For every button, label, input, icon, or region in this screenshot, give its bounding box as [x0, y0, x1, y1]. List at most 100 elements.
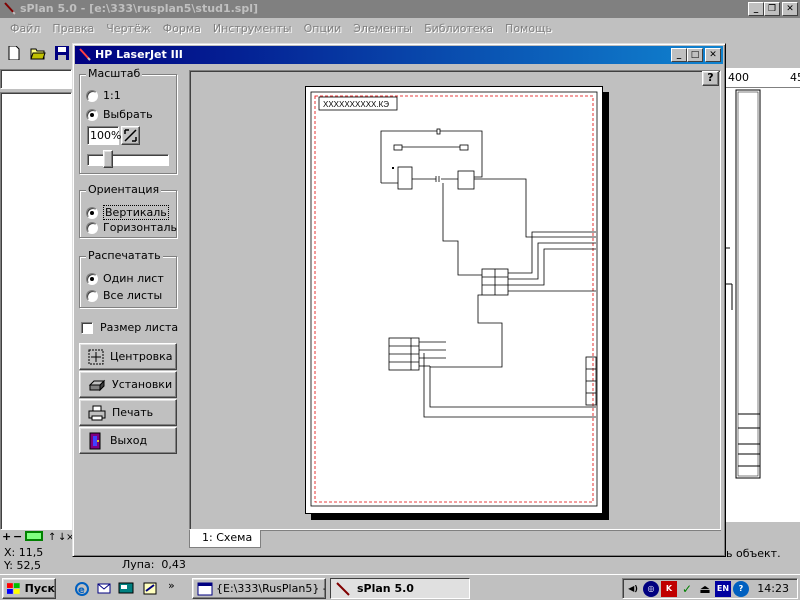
preview-paper[interactable]: XXXXXXXXXX.КЭ [305, 86, 603, 514]
print-all-sheets-label: Все листы [103, 289, 163, 302]
menu-elements[interactable]: Элементы [347, 22, 418, 35]
splan-dialog-icon [79, 48, 91, 61]
close-button[interactable]: ✕ [782, 2, 798, 16]
menu-drawing[interactable]: Чертёж [100, 22, 156, 35]
menu-file[interactable]: Файл [4, 22, 46, 35]
splan-app-icon [4, 2, 16, 15]
left-tools-icons[interactable]: + − ↑ ↓ × [0, 530, 72, 543]
clock: 14:23 [757, 582, 789, 595]
volume-icon[interactable]: ◀) [625, 581, 641, 597]
antivirus-icon[interactable]: K [661, 580, 677, 597]
sheet-size-checkbox[interactable]: Размер листа [81, 321, 178, 334]
dialog-close-button[interactable]: ✕ [705, 48, 721, 62]
safe-remove-icon[interactable]: ⏏ [697, 581, 713, 597]
zoom-slider-thumb[interactable] [103, 150, 113, 168]
drawing-canvas[interactable] [726, 88, 800, 522]
print-all-sheets-radio-dot[interactable] [86, 289, 98, 302]
menu-shape[interactable]: Форма [157, 22, 207, 35]
open-folder-icon[interactable] [30, 46, 46, 60]
task-splan[interactable]: sPlan 5.0 [330, 578, 470, 599]
print-one-sheet-radio[interactable]: Один лист [86, 272, 164, 285]
scale-1-1-radio[interactable]: 1:1 [86, 89, 121, 102]
dialog-minimize-button[interactable]: _ [671, 48, 687, 62]
help-button[interactable]: ? [702, 71, 719, 86]
scale-select-label: Выбрать [103, 108, 153, 121]
start-label: Пуск [24, 582, 55, 595]
lupa-label: Лупа: [122, 558, 155, 571]
zoom-fit-icon [124, 129, 137, 142]
ie-icon[interactable]: e [74, 581, 90, 596]
sheet-size-checkbox-box[interactable] [81, 321, 93, 334]
sheet-tab-strip: 1: Схема [189, 530, 721, 550]
zoom-fit-button[interactable] [121, 126, 140, 145]
print-button[interactable]: Печать [79, 399, 177, 426]
svg-text:+: + [2, 530, 11, 542]
main-title-text: sPlan 5.0 - [e:\333\rusplan5\stud1.spl] [20, 2, 258, 15]
network-icon[interactable]: ◎ [643, 580, 659, 597]
show-desktop-icon[interactable] [118, 581, 134, 596]
language-indicator[interactable]: EN [715, 580, 731, 597]
new-file-icon[interactable] [6, 46, 22, 60]
center-button[interactable]: Центровка [79, 343, 177, 370]
orientation-horizontal-radio-dot[interactable] [86, 221, 98, 234]
library-tools[interactable]: + − ↑ ↓ × [0, 530, 72, 544]
windows-logo-icon [7, 582, 20, 594]
help-tray-icon[interactable]: ? [733, 580, 749, 597]
restore-button[interactable]: ❐ [764, 2, 780, 16]
save-icon[interactable] [54, 46, 70, 60]
settings-button[interactable]: Установки [79, 371, 177, 398]
scale-1-1-radio-dot[interactable] [86, 89, 98, 102]
zoom-slider-track[interactable] [87, 154, 169, 166]
menu-library[interactable]: Библиотека [418, 22, 499, 35]
menu-bar: Файл Правка Чертёж Форма Инструменты Опц… [0, 18, 800, 38]
scale-select-radio[interactable]: Выбрать [86, 108, 153, 121]
center-icon [88, 349, 104, 364]
magnifier-status: Лупа: 0,43 [122, 558, 186, 571]
exit-door-icon [89, 432, 101, 449]
outlook-icon[interactable] [96, 581, 112, 596]
dialog-title: HP LaserJet III [95, 48, 183, 61]
main-title-bar[interactable]: sPlan 5.0 - [e:\333\rusplan5\stud1.spl] … [0, 0, 800, 18]
svg-text:↑: ↑ [48, 532, 56, 542]
task-explorer-label: {E:\333\RusPlan5} - ... [216, 582, 325, 595]
orientation-horizontal-radio[interactable]: Горизонталь [86, 221, 177, 234]
print-one-sheet-label: Один лист [103, 272, 164, 285]
exit-button[interactable]: Выход [79, 427, 177, 454]
splan-task-icon [336, 581, 350, 596]
orientation-vertical-radio-dot[interactable] [86, 206, 98, 219]
start-button[interactable]: Пуск [2, 578, 56, 599]
library-combo[interactable] [0, 69, 72, 89]
minimize-button[interactable]: _ [748, 2, 764, 16]
coord-x: X: 11,5 [4, 546, 44, 559]
print-one-sheet-radio-dot[interactable] [86, 272, 98, 285]
zoom-input[interactable]: 100% [87, 126, 121, 145]
taskbar: Пуск e » {E:\333\RusPlan5} - ... sPlan 5… [0, 574, 800, 600]
orientation-vertical-radio[interactable]: Вертикаль [86, 205, 169, 220]
check-tool-icon[interactable]: ✓ [679, 581, 695, 597]
menu-edit[interactable]: Правка [46, 22, 100, 35]
orientation-vertical-label: Вертикаль [103, 205, 169, 220]
schematic-preview: XXXXXXXXXX.КЭ [310, 91, 598, 507]
task-splan-label: sPlan 5.0 [357, 582, 414, 595]
menu-help[interactable]: Помощь [499, 22, 558, 35]
quicklaunch-more-icon[interactable]: » [168, 579, 175, 592]
menu-options[interactable]: Опции [298, 22, 348, 35]
main-toolbar [0, 40, 80, 66]
dialog-maximize-button[interactable]: □ [687, 48, 703, 62]
lupa-value: 0,43 [161, 558, 186, 571]
print-button-label: Печать [112, 406, 154, 419]
task-explorer[interactable]: {E:\333\RusPlan5} - ... [192, 578, 326, 599]
exit-button-label: Выход [110, 434, 148, 447]
printer-icon [88, 405, 106, 420]
library-panel[interactable] [0, 92, 72, 530]
orientation-group-label: Ориентация [86, 183, 162, 196]
menu-tools[interactable]: Инструменты [207, 22, 298, 35]
print-all-sheets-radio[interactable]: Все листы [86, 289, 162, 302]
tab-scheme[interactable]: 1: Схема [189, 530, 262, 548]
scale-group-label: Масштаб [86, 67, 143, 80]
svg-text:−: − [13, 530, 22, 542]
channels-icon[interactable] [142, 581, 158, 596]
scale-select-radio-dot[interactable] [86, 108, 98, 121]
dialog-title-bar[interactable]: HP LaserJet III _ □ ✕ [75, 46, 723, 64]
stamp-text: XXXXXXXXXX.КЭ [323, 100, 389, 109]
